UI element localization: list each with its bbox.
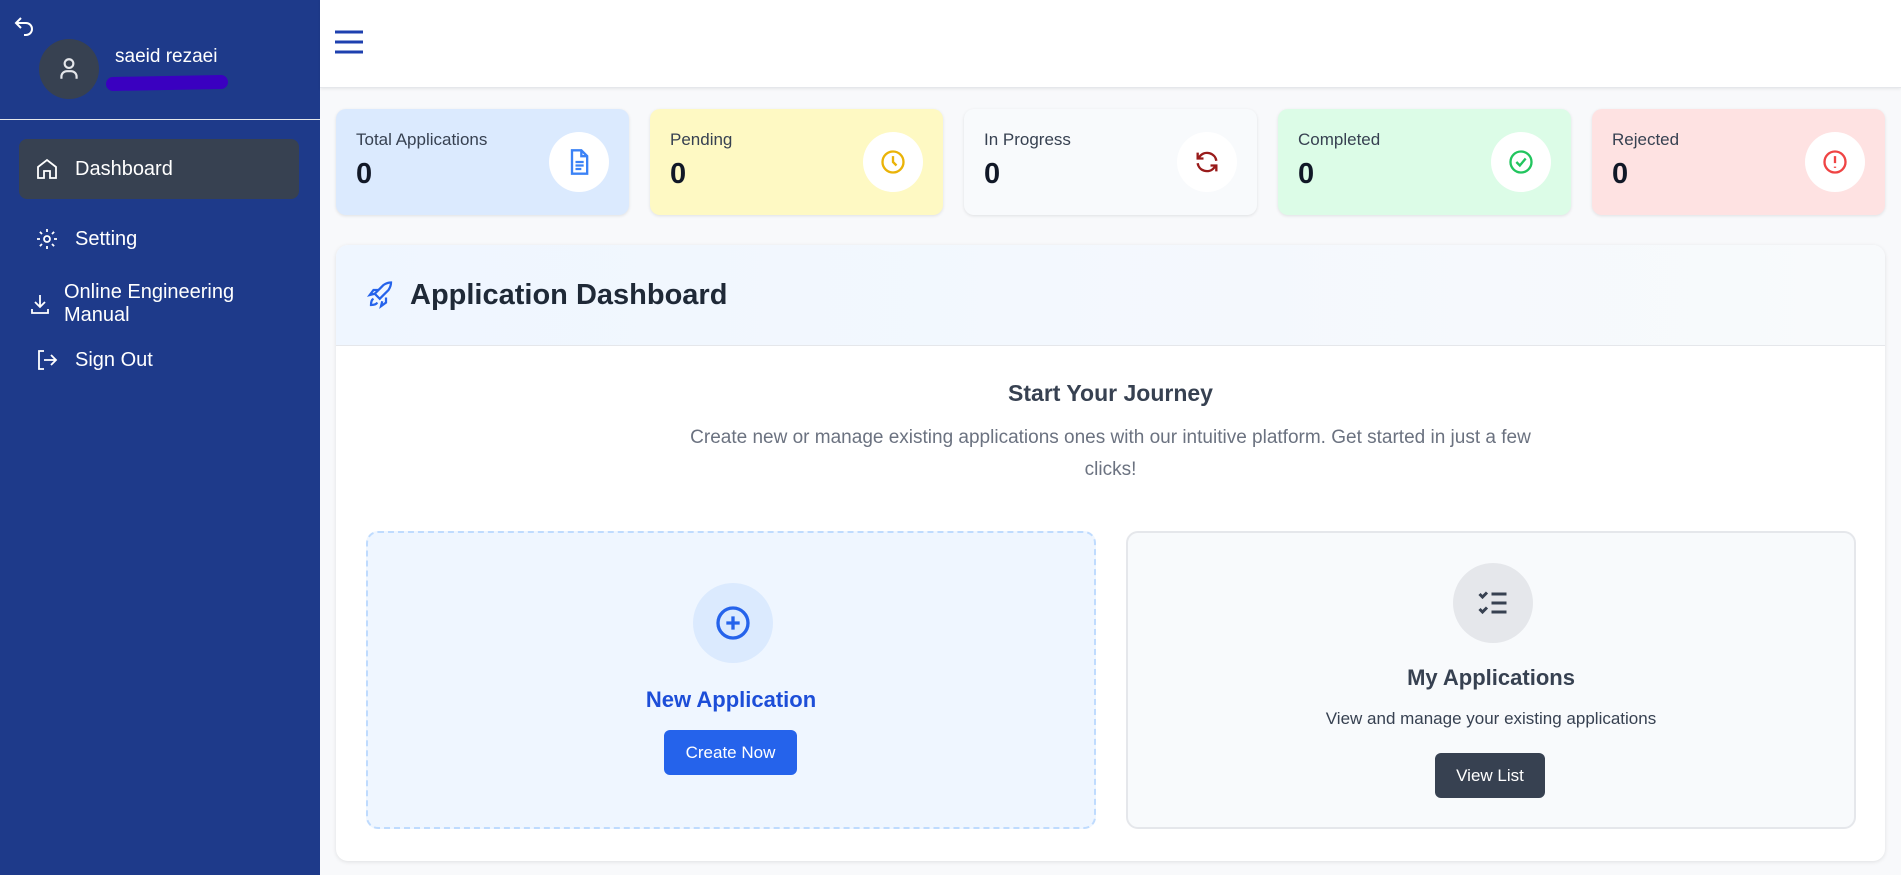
sidebar-item-label: Setting <box>75 227 138 250</box>
hamburger-menu-icon[interactable] <box>333 28 365 56</box>
user-icon <box>60 58 78 79</box>
plus-circle-icon <box>716 606 750 640</box>
document-icon <box>570 149 589 175</box>
stat-card-completed: Completed 0 <box>1278 109 1571 215</box>
sidebar-item-label: Online Engineering Manual <box>64 281 235 326</box>
list-check-icon <box>1478 591 1507 615</box>
stat-card-rejected: Rejected 0 <box>1592 109 1885 215</box>
stat-icon-badge <box>1177 132 1237 192</box>
journey-description: Create new or manage existing applicatio… <box>690 427 1531 480</box>
gear-icon <box>37 229 57 249</box>
sidebar-item-dashboard[interactable]: Dashboard <box>19 139 299 199</box>
new-application-title: New Application <box>645 687 817 712</box>
plus-circle-badge <box>693 583 773 663</box>
sidebar-item-sign-out[interactable]: Sign Out <box>19 330 299 390</box>
stat-icon-badge <box>549 132 609 192</box>
my-applications-text: View and manage your existing applicatio… <box>1325 709 1657 728</box>
panel-header: Application Dashboard <box>336 245 1885 346</box>
sidebar-item-label: Sign Out <box>75 348 153 371</box>
refresh-icon <box>1196 151 1218 173</box>
stat-card-in-progress: In Progress 0 <box>964 109 1257 215</box>
sidebar: saeid rezaei Dashboard Setting Online En… <box>0 0 320 875</box>
list-check-badge <box>1453 563 1533 643</box>
stat-icon-badge <box>1805 132 1865 192</box>
alert-circle-icon <box>1823 150 1847 174</box>
rocket-icon <box>366 281 393 310</box>
sign-out-icon <box>38 350 58 370</box>
view-list-button[interactable]: View List <box>1435 753 1545 798</box>
download-icon <box>31 295 49 314</box>
check-circle-icon <box>1509 150 1533 174</box>
sidebar-item-online-engineering-manual[interactable]: Online Engineering Manual <box>12 274 292 334</box>
sidebar-item-setting[interactable]: Setting <box>19 209 299 269</box>
application-dashboard-panel: Application Dashboard Start Your Journey… <box>336 245 1885 861</box>
divider <box>0 119 320 120</box>
my-applications-tile[interactable]: My Applications View and manage your exi… <box>1126 531 1856 829</box>
clock-icon <box>881 150 905 174</box>
top-header <box>320 0 1901 88</box>
avatar <box>39 39 99 99</box>
stat-card-pending: Pending 0 <box>650 109 943 215</box>
my-applications-title: My Applications <box>1407 665 1575 690</box>
stat-icon-badge <box>863 132 923 192</box>
home-icon <box>37 158 57 179</box>
new-application-tile[interactable]: New Application Create Now <box>366 531 1096 829</box>
redacted-scribble <box>105 74 229 92</box>
sidebar-item-label: Dashboard <box>75 157 173 180</box>
stat-card-total-applications: Total Applications 0 <box>336 109 629 215</box>
create-now-button[interactable]: Create Now <box>664 730 797 775</box>
back-icon[interactable] <box>12 14 36 38</box>
journey-heading: Start Your Journey <box>1008 380 1213 406</box>
stat-icon-badge <box>1491 132 1551 192</box>
user-name: saeid rezaei <box>115 46 218 67</box>
panel-title: Application Dashboard <box>410 278 728 311</box>
